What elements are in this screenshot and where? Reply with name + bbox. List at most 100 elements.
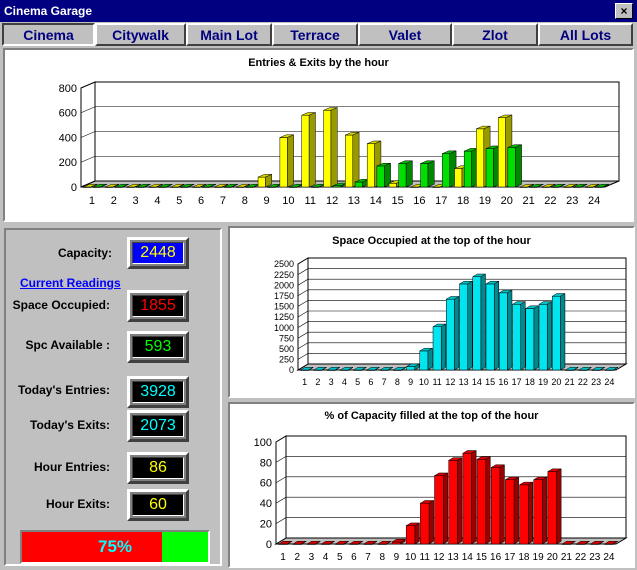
x-tick-label: 18 bbox=[457, 195, 469, 207]
x-tick-label: 10 bbox=[405, 552, 417, 563]
y-tick-label: 600 bbox=[59, 108, 77, 120]
bar bbox=[498, 289, 513, 371]
x-tick-label: 4 bbox=[154, 195, 160, 207]
bar bbox=[458, 280, 474, 371]
x-tick-label: 10 bbox=[282, 195, 294, 207]
x-tick-label: 20 bbox=[501, 195, 513, 207]
x-tick-label: 9 bbox=[408, 377, 413, 387]
x-tick-label: 8 bbox=[242, 195, 248, 207]
x-tick-label: 23 bbox=[591, 377, 601, 387]
y-tick-label: 750 bbox=[279, 333, 294, 343]
bar bbox=[471, 273, 487, 371]
x-tick-label: 19 bbox=[538, 377, 548, 387]
space-occupied-chart: 025050075010001250150017502000225025001 2… bbox=[274, 257, 628, 387]
x-tick-label: 13 bbox=[459, 377, 469, 387]
x-tick-label: 17 bbox=[435, 195, 447, 207]
x-tick-label: 12 bbox=[326, 195, 338, 207]
bar bbox=[376, 162, 391, 188]
x-tick-label: 19 bbox=[479, 195, 491, 207]
x-tick-label: 7 bbox=[220, 195, 226, 207]
tab-main-lot[interactable]: Main Lot bbox=[186, 23, 272, 46]
x-tick-label: 1 bbox=[302, 377, 307, 387]
bar bbox=[518, 481, 534, 545]
bar bbox=[485, 145, 501, 188]
x-tick-label: 22 bbox=[544, 195, 556, 207]
y-tick-label: 200 bbox=[59, 157, 77, 169]
y-tick-label: 500 bbox=[279, 344, 294, 354]
x-tick-label: 14 bbox=[462, 552, 474, 563]
y-tick-label: 100 bbox=[254, 437, 272, 449]
y-tick-label: 2250 bbox=[274, 270, 294, 280]
bar bbox=[532, 476, 548, 545]
title-bar: Cinema Garage × bbox=[0, 0, 637, 22]
tab-all-lots[interactable]: All Lots bbox=[538, 23, 633, 46]
capacity-progress-bar: 75% bbox=[20, 530, 210, 564]
capacity-value: 2448 bbox=[132, 242, 184, 264]
bar bbox=[445, 296, 460, 371]
y-tick-label: 80 bbox=[260, 457, 272, 469]
x-tick-label: 18 bbox=[518, 552, 530, 563]
tab-zlot[interactable]: Zlot bbox=[452, 23, 538, 46]
y-tick-label: 2000 bbox=[274, 280, 294, 290]
x-tick-label: 15 bbox=[391, 195, 403, 207]
y-tick-label: 400 bbox=[59, 132, 77, 144]
hour-exits-value: 60 bbox=[132, 494, 184, 516]
entries-display: 3928 bbox=[127, 376, 189, 408]
x-tick-label: 14 bbox=[370, 195, 382, 207]
tab-terrace[interactable]: Terrace bbox=[272, 23, 358, 46]
x-tick-label: 9 bbox=[264, 195, 270, 207]
bar bbox=[546, 468, 563, 545]
x-tick-label: 24 bbox=[603, 552, 615, 563]
hour-entries-display: 86 bbox=[127, 452, 189, 484]
x-tick-label: 1 bbox=[280, 552, 286, 563]
hour-exits-display: 60 bbox=[127, 489, 189, 521]
x-tick-label: 2 bbox=[294, 552, 300, 563]
bar bbox=[504, 476, 520, 545]
tab-bar: Cinema Citywalk Main Lot Terrace Valet Z… bbox=[0, 22, 637, 47]
hour-entries-value: 86 bbox=[132, 457, 184, 479]
x-tick-label: 11 bbox=[305, 195, 316, 207]
bar bbox=[524, 305, 540, 371]
exits-label: Today's Exits: bbox=[30, 418, 110, 432]
x-tick-label: 3 bbox=[309, 552, 315, 563]
tab-cinema[interactable]: Cinema bbox=[2, 23, 95, 46]
x-tick-label: 3 bbox=[133, 195, 139, 207]
x-tick-label: 15 bbox=[476, 552, 488, 563]
bar bbox=[279, 134, 294, 188]
bar bbox=[538, 301, 553, 371]
x-tick-label: 6 bbox=[368, 377, 373, 387]
x-tick-label: 16 bbox=[490, 552, 502, 563]
y-tick-label: 1500 bbox=[274, 302, 294, 312]
x-tick-label: 6 bbox=[351, 552, 357, 563]
bar bbox=[551, 293, 566, 371]
x-tick-label: 20 bbox=[551, 377, 561, 387]
x-tick-label: 1 bbox=[89, 195, 95, 207]
x-tick-label: 21 bbox=[522, 195, 534, 207]
y-tick-label: 0 bbox=[71, 182, 77, 194]
x-tick-label: 16 bbox=[413, 195, 425, 207]
x-tick-label: 11 bbox=[432, 377, 441, 387]
x-tick-label: 21 bbox=[565, 377, 575, 387]
x-tick-label: 12 bbox=[433, 552, 445, 563]
close-button[interactable]: × bbox=[615, 3, 633, 19]
entries-exits-panel: Entries & Exits by the hour 0 200 400 600 80… bbox=[3, 48, 634, 222]
bar bbox=[447, 457, 463, 545]
x-tick-label: 5 bbox=[355, 377, 360, 387]
x-tick-label: 5 bbox=[337, 552, 343, 563]
entries-exits-chart: 02004006008001 2 3 4 5 6 7 8 9 10 11 12 13 14 15 16 17 18… bbox=[59, 81, 620, 207]
y-tick-label: 1000 bbox=[274, 323, 294, 333]
bar bbox=[420, 160, 435, 188]
x-tick-label: 12 bbox=[445, 377, 455, 387]
x-tick-label: 4 bbox=[342, 377, 347, 387]
x-tick-label: 24 bbox=[588, 195, 600, 207]
tab-valet[interactable]: Valet bbox=[358, 23, 452, 46]
x-tick-label: 5 bbox=[176, 195, 182, 207]
exits-value: 2073 bbox=[132, 415, 184, 437]
space-occupied-panel: Space Occupied at the top of the hour 02… bbox=[228, 226, 635, 398]
y-tick-label: 2500 bbox=[274, 259, 294, 269]
x-tick-label: 22 bbox=[578, 377, 588, 387]
current-readings-link[interactable]: Current Readings bbox=[20, 276, 121, 290]
x-tick-label: 6 bbox=[198, 195, 204, 207]
x-tick-label: 22 bbox=[575, 552, 587, 563]
tab-citywalk[interactable]: Citywalk bbox=[95, 23, 186, 46]
